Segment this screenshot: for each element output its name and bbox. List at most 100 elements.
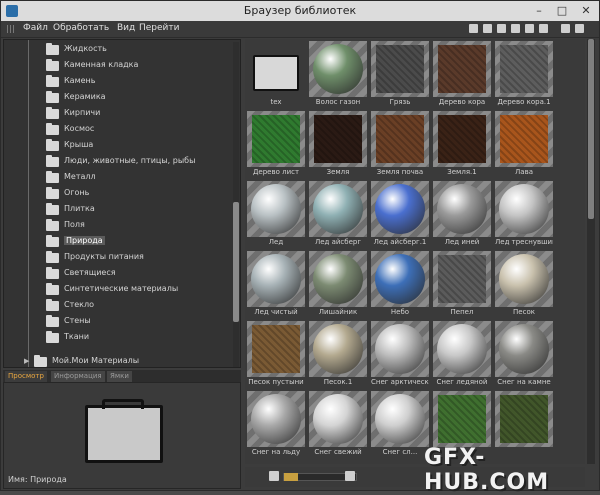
material-tile[interactable]: Лава (495, 111, 553, 179)
tree-item[interactable]: Стены (4, 314, 232, 330)
material-tile[interactable]: Лед айсберг.1 (371, 181, 429, 249)
material-grid: tex Волос газон Грязь Дерево кора Дерево кор… (245, 39, 585, 464)
zoom-out-icon[interactable] (269, 471, 279, 481)
material-tile[interactable]: Дерево лист (247, 111, 305, 179)
new-icon[interactable] (483, 24, 492, 33)
tree-item[interactable]: Огонь (4, 186, 232, 202)
material-tile[interactable]: Дерево кора (433, 41, 491, 109)
material-sphere (499, 184, 549, 234)
tree-item[interactable]: Синтетические материалы (4, 282, 232, 298)
layout-icon[interactable] (469, 24, 478, 33)
tree-item[interactable]: Продукты питания (4, 250, 232, 266)
grid-scrollbar[interactable] (587, 39, 595, 464)
tab-info[interactable]: Информация (51, 371, 105, 382)
material-label: Лава (515, 168, 533, 176)
menu-file[interactable]: Файл (23, 23, 48, 33)
tree-item[interactable]: Жидкость (4, 42, 232, 58)
material-tile[interactable]: Земля.1 (433, 111, 491, 179)
material-tile[interactable]: Лед чистый (247, 251, 305, 319)
tree-item[interactable]: Поля (4, 218, 232, 234)
material-tile[interactable]: Песок пустыни (247, 321, 305, 389)
material-thumbnail (371, 41, 429, 97)
material-tile[interactable]: Снег на льду (247, 391, 305, 459)
menu-go[interactable]: Перейти (139, 23, 180, 33)
material-thumbnail (309, 251, 367, 307)
material-tile[interactable]: Волос газон (309, 41, 367, 109)
tree-item[interactable]: Природа (4, 234, 232, 250)
tab-keywords[interactable]: Ямки (107, 371, 132, 382)
material-thumbnail (433, 321, 491, 377)
material-tile[interactable]: Снег свежий (309, 391, 367, 459)
folder-icon (46, 75, 59, 87)
folder-icon (46, 43, 59, 55)
material-tile[interactable]: Земля (309, 111, 367, 179)
back-icon[interactable] (539, 24, 548, 33)
folder-icon (46, 139, 59, 151)
tree-scroll-thumb[interactable] (233, 202, 239, 322)
tab-preview[interactable]: Просмотр (5, 371, 47, 382)
tree-item[interactable]: Крыша (4, 138, 232, 154)
material-swatch (500, 115, 548, 163)
tree-item[interactable]: Каменная кладка (4, 58, 232, 74)
material-tile[interactable]: Небо (371, 251, 429, 319)
material-label: Лишайник (318, 308, 358, 316)
material-tile[interactable]: Лед (247, 181, 305, 249)
tree-item[interactable]: Металл (4, 170, 232, 186)
tile-icon[interactable] (575, 24, 584, 33)
maximize-button[interactable]: □ (551, 1, 573, 21)
material-tile[interactable]: Песок (495, 251, 553, 319)
bookmark-icon[interactable] (525, 24, 534, 33)
folder-icon (46, 219, 59, 231)
tree-item[interactable]: Космос (4, 122, 232, 138)
material-sphere (375, 394, 425, 444)
material-tile[interactable]: Лед айсберг (309, 181, 367, 249)
zoom-slider-handle[interactable] (284, 473, 298, 481)
minimize-button[interactable]: – (528, 1, 550, 21)
material-tile[interactable]: Снег на камне (495, 321, 553, 389)
tree-item[interactable]: Ткани (4, 330, 232, 346)
library-browser-window: Браузер библиотек – □ ✕ Файл Обработать … (0, 0, 600, 495)
material-sphere (437, 324, 487, 374)
material-swatch (438, 45, 486, 93)
tree-item-label: Стены (64, 316, 91, 325)
menu-view[interactable]: Вид (117, 23, 135, 33)
material-tile[interactable]: Дерево кора.1 (495, 41, 553, 109)
zoom-in-icon[interactable] (345, 471, 355, 481)
material-tile[interactable]: tex (247, 41, 305, 109)
material-swatch (500, 45, 548, 93)
tree-item[interactable]: Стекло (4, 298, 232, 314)
folder-icon (46, 203, 59, 215)
folder-icon (46, 107, 59, 119)
expand-arrow-icon[interactable]: ▶ (24, 357, 29, 365)
material-tile[interactable]: Снег арктический (371, 321, 429, 389)
material-thumbnail (371, 181, 429, 237)
material-thumbnail (495, 41, 553, 97)
list-icon[interactable] (561, 24, 570, 33)
book-icon[interactable] (511, 24, 520, 33)
menu-process[interactable]: Обработать (53, 23, 109, 33)
material-tile[interactable]: Лед иней (433, 181, 491, 249)
grid-scroll-thumb[interactable] (588, 39, 594, 219)
material-tile[interactable]: Лед треснувший (495, 181, 553, 249)
material-tile[interactable]: Лишайник (309, 251, 367, 319)
tree-item-label: Продукты питания (64, 252, 144, 261)
material-tile[interactable]: Земля почва (371, 111, 429, 179)
tree-item[interactable]: Плитка (4, 202, 232, 218)
tree-item[interactable]: Керамика (4, 90, 232, 106)
material-tile[interactable]: Грязь (371, 41, 429, 109)
close-button[interactable]: ✕ (575, 1, 597, 21)
material-tile[interactable]: Песок.1 (309, 321, 367, 389)
material-label: Снег ледяной (436, 378, 488, 386)
tree-item[interactable]: Кирпичи (4, 106, 232, 122)
tree-item-label: Космос (64, 124, 95, 133)
tree-root-item[interactable]: ▶ Мой.Мои Материалы (4, 354, 232, 367)
tree-item[interactable]: Люди, животные, птицы, рыбы (4, 154, 232, 170)
material-tile[interactable]: Снег ледяной (433, 321, 491, 389)
tree-item[interactable]: Светящиеся (4, 266, 232, 282)
material-tile[interactable]: Пепел (433, 251, 491, 319)
tree-scrollbar[interactable] (233, 42, 239, 367)
grid-icon[interactable] (497, 24, 506, 33)
material-sphere (313, 254, 363, 304)
tree-item[interactable]: Камень (4, 74, 232, 90)
material-tile[interactable]: Снег сл... (371, 391, 429, 459)
